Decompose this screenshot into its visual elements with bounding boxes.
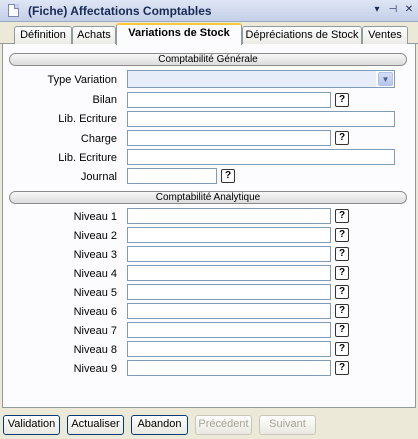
bilan-input[interactable] bbox=[127, 92, 331, 108]
niveau-label: Niveau 1 bbox=[73, 211, 117, 223]
niveau-1-input[interactable] bbox=[127, 208, 331, 224]
help-icon[interactable]: ? bbox=[335, 93, 349, 107]
help-icon[interactable]: ? bbox=[335, 266, 349, 280]
niveau-9-input[interactable] bbox=[127, 360, 331, 376]
lib-ecriture-label: Lib. Ecriture bbox=[58, 113, 117, 125]
help-icon[interactable]: ? bbox=[335, 342, 349, 356]
niveau-4-input[interactable] bbox=[127, 265, 331, 281]
niveau-7-input[interactable] bbox=[127, 322, 331, 338]
close-icon[interactable]: ✕ bbox=[402, 3, 416, 17]
bilan-label: Bilan bbox=[92, 94, 117, 106]
chevron-down-icon[interactable]: ▼ bbox=[378, 72, 393, 86]
niveau-2-input[interactable] bbox=[127, 227, 331, 243]
help-icon[interactable]: ? bbox=[335, 323, 349, 337]
lib-ecriture-input[interactable] bbox=[127, 111, 395, 127]
validation-button[interactable]: Validation bbox=[3, 415, 60, 435]
actualiser-button[interactable]: Actualiser bbox=[67, 415, 124, 435]
help-icon[interactable]: ? bbox=[335, 361, 349, 375]
window-title: (Fiche) Affectations Comptables bbox=[28, 4, 212, 18]
type-variation-label: Type Variation bbox=[47, 74, 117, 86]
niveau-label: Niveau 4 bbox=[73, 268, 117, 280]
suivant-button[interactable]: Suivant bbox=[259, 415, 316, 435]
niveau-8-input[interactable] bbox=[127, 341, 331, 357]
type-variation-value bbox=[128, 71, 376, 87]
niveau-label: Niveau 2 bbox=[73, 230, 117, 242]
niveau-label: Niveau 9 bbox=[73, 363, 117, 375]
tab-ventes[interactable]: Ventes bbox=[362, 26, 408, 44]
help-icon[interactable]: ? bbox=[335, 285, 349, 299]
dropdown-menu-icon[interactable]: ▾ bbox=[370, 3, 384, 17]
type-variation-select[interactable]: ▼ bbox=[127, 70, 395, 88]
tab-panel: Comptabilité Générale Type Variation ▼ B… bbox=[2, 44, 416, 408]
journal-input[interactable] bbox=[127, 168, 217, 184]
pin-icon[interactable]: ⊣ bbox=[386, 3, 400, 17]
niveau-label: Niveau 6 bbox=[73, 306, 117, 318]
title-bar: (Fiche) Affectations Comptables ▾ ⊣ ✕ bbox=[0, 0, 418, 22]
help-icon[interactable]: ? bbox=[335, 131, 349, 145]
help-icon[interactable]: ? bbox=[335, 228, 349, 242]
precedent-button[interactable]: Précédent bbox=[195, 415, 252, 435]
help-icon[interactable]: ? bbox=[335, 247, 349, 261]
tab-variations-de-stock[interactable]: Variations de Stock bbox=[116, 23, 242, 45]
help-icon[interactable]: ? bbox=[221, 169, 235, 183]
tab-definition[interactable]: Définition bbox=[14, 26, 72, 44]
niveau-5-input[interactable] bbox=[127, 284, 331, 300]
charge-label: Charge bbox=[80, 133, 117, 145]
help-icon[interactable]: ? bbox=[335, 304, 349, 318]
niveau-label: Niveau 7 bbox=[73, 325, 117, 337]
section-header-comptabilite-generale: Comptabilité Générale bbox=[9, 53, 407, 66]
tab-depreciations-de-stock[interactable]: Dépréciations de Stock bbox=[242, 26, 362, 44]
tab-strip: Définition Achats Variations de Stock Dé… bbox=[0, 22, 418, 45]
lib-ecriture-input[interactable] bbox=[127, 149, 395, 165]
niveau-label: Niveau 5 bbox=[73, 287, 117, 299]
niveau-label: Niveau 8 bbox=[73, 344, 117, 356]
tab-achats[interactable]: Achats bbox=[72, 26, 116, 44]
niveau-label: Niveau 3 bbox=[73, 249, 117, 261]
help-icon[interactable]: ? bbox=[335, 209, 349, 223]
section-header-comptabilite-analytique: Comptabilité Analytique bbox=[9, 191, 407, 204]
niveau-6-input[interactable] bbox=[127, 303, 331, 319]
journal-label: Journal bbox=[80, 171, 117, 183]
document-icon bbox=[8, 4, 19, 17]
lib-ecriture-label: Lib. Ecriture bbox=[58, 152, 117, 164]
charge-input[interactable] bbox=[127, 130, 331, 146]
abandon-button[interactable]: Abandon bbox=[131, 415, 188, 435]
niveau-3-input[interactable] bbox=[127, 246, 331, 262]
